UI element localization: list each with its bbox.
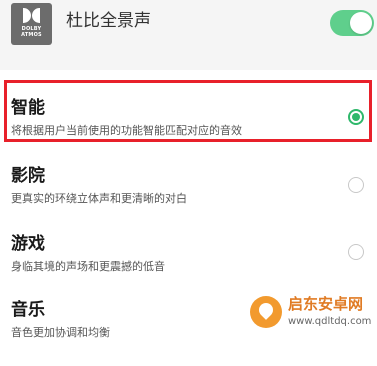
sound-mode-smart[interactable]: 智能 将根据用户当前使用的功能智能匹配对应的音效: [0, 96, 377, 164]
dolby-double-d-mark: [23, 8, 40, 23]
location-pin-icon: [250, 296, 282, 328]
sound-mode-description: 将根据用户当前使用的功能智能匹配对应的音效: [11, 124, 242, 137]
sound-mode-description: 身临其境的声场和更震撼的低音: [11, 260, 165, 273]
sound-mode-title: 音乐: [11, 300, 45, 320]
sound-mode-title: 影院: [11, 166, 45, 186]
radio-unselected-icon[interactable]: [348, 244, 364, 260]
sound-mode-cinema[interactable]: 影院 更真实的环绕立体声和更清晰的对白: [0, 164, 377, 232]
dolby-logo-wordmark: DOLBY ATMOS: [11, 26, 52, 38]
dolby-atmos-row: DOLBY ATMOS 杜比全景声: [0, 0, 377, 70]
radio-selected-icon[interactable]: [348, 109, 364, 125]
sound-mode-title: 游戏: [11, 234, 45, 254]
dolby-logo-text: ATMOS: [21, 32, 42, 38]
watermark-title: 启东安卓网: [288, 295, 364, 313]
radio-unselected-icon[interactable]: [348, 177, 364, 193]
sound-mode-title: 智能: [11, 98, 45, 118]
dolby-atmos-toggle[interactable]: [330, 10, 374, 36]
toggle-knob: [350, 12, 372, 34]
watermark-url: www.qdltdq.com: [288, 316, 372, 327]
watermark: 启东安卓网 www.qdltdq.com: [240, 290, 377, 338]
sound-mode-description: 更真实的环绕立体声和更清晰的对白: [11, 192, 187, 205]
dolby-atmos-logo-icon: DOLBY ATMOS: [11, 3, 52, 45]
dolby-atmos-title: 杜比全景声: [66, 11, 151, 31]
